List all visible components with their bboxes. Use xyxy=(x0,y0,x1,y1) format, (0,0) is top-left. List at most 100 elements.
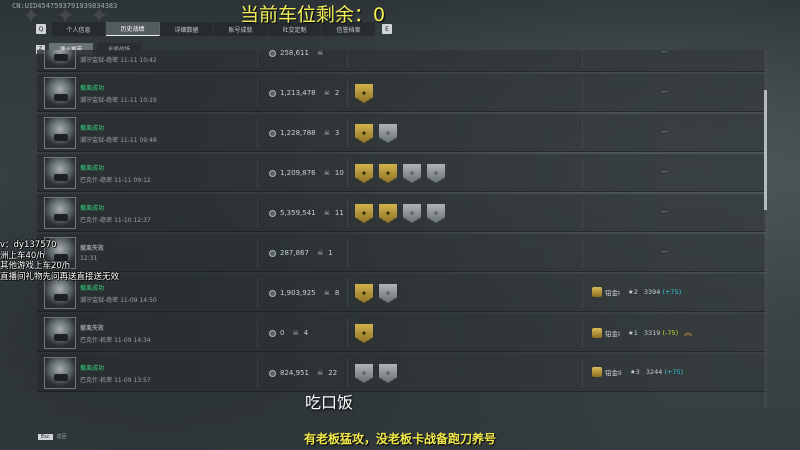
column-divider xyxy=(347,198,348,228)
column-divider xyxy=(257,358,258,388)
extraction-status: 撤离成功 xyxy=(80,205,105,212)
medal-list: ✦ ✧ xyxy=(355,284,403,303)
rank-up-chevron-icon: ︽ xyxy=(684,328,692,337)
medal-list: ✦ ✦ ✧ ✧ xyxy=(355,164,451,183)
column-divider xyxy=(347,78,348,108)
rank-stars: 2 xyxy=(633,288,638,296)
tab-reputation[interactable]: 信誉档案 xyxy=(322,22,376,36)
coin-icon xyxy=(269,249,276,257)
column-divider xyxy=(582,358,583,388)
loot-value: 258,611 ☠ xyxy=(269,50,328,57)
match-row[interactable]: 撤离成功 巴克什-绝密 11-10 12:37 5,359,541 ☠ 11 ✦ ✦ ✧ ✧ -- xyxy=(37,194,766,232)
skull-icon: ☠ xyxy=(323,209,330,217)
silver-medal-icon[interactable]: ✧ xyxy=(427,164,445,183)
column-divider xyxy=(347,118,348,148)
extraction-status: 撤离成功 xyxy=(80,85,105,92)
map-and-time: 巴克什-机密 11-09 13:57 xyxy=(80,377,151,384)
stream-info-line: v：dy137570 xyxy=(0,240,57,250)
tab-prev-key[interactable]: Q xyxy=(36,24,46,34)
coin-icon xyxy=(269,129,276,137)
loot-value: 1,228,788 ☠ 3 xyxy=(269,129,339,137)
bottom-caption: 有老板猛攻，没老板卡战备跑刀养号 xyxy=(303,432,496,446)
map-and-time: 巴克什-机密 11-09 14:34 xyxy=(80,337,151,344)
silver-medal-icon[interactable]: ✧ xyxy=(379,364,397,383)
silver-medal-icon[interactable]: ✧ xyxy=(403,164,421,183)
column-divider xyxy=(582,78,583,108)
skull-icon: ☠ xyxy=(316,50,324,57)
loot-value: 824,951 ☠ 22 xyxy=(269,369,337,377)
silver-medal-icon[interactable]: ✧ xyxy=(379,284,397,303)
medal-list: ✦ xyxy=(355,84,379,103)
rank-score: 3394 xyxy=(643,288,661,296)
skull-icon: ☠ xyxy=(316,249,324,257)
medal-list: ✦ xyxy=(355,324,379,343)
operator-avatar xyxy=(44,197,76,229)
stream-info-overlay: v：dy137570 洲上车40/h 其他游戏上车20/h 直播间礼物先问再送直… xyxy=(0,240,119,282)
coin-icon xyxy=(269,89,276,97)
loot-value: 1,903,925 ☠ 8 xyxy=(269,289,339,297)
column-divider xyxy=(257,158,258,188)
gold-medal-icon[interactable]: ✦ xyxy=(355,204,373,223)
loot-amount: 287,867 xyxy=(280,249,309,257)
tab-profile[interactable]: 个人信息 xyxy=(52,22,106,36)
rank-score: 3319 xyxy=(643,328,661,337)
silver-medal-icon[interactable]: ✧ xyxy=(427,204,445,223)
loot-amount: 258,611 xyxy=(280,50,309,57)
column-divider xyxy=(257,238,258,268)
medal-list: ✦ ✧ xyxy=(355,124,403,143)
gold-medal-icon[interactable]: ✦ xyxy=(355,324,373,343)
rank-tier: 铂金I xyxy=(605,289,620,297)
rank-change: 铂金II ★ 3 3244 (+75) xyxy=(592,367,683,377)
gold-medal-icon[interactable]: ✦ xyxy=(355,124,373,143)
gold-medal-icon[interactable]: ✦ xyxy=(355,84,373,103)
tab-history[interactable]: 历史战绩 xyxy=(106,22,160,36)
gold-medal-icon[interactable]: ✦ xyxy=(379,204,397,223)
column-divider xyxy=(582,198,583,228)
stream-info-line: 直播间礼物先问再送直接送无效 xyxy=(0,271,120,282)
column-divider xyxy=(347,238,348,268)
scrollbar[interactable] xyxy=(764,50,767,408)
skull-icon: ☠ xyxy=(323,129,330,137)
tab-details[interactable]: 详细数据 xyxy=(160,22,214,36)
kill-count: 3 xyxy=(334,129,340,137)
extraction-status: 撤离成功 xyxy=(80,285,105,292)
loot-amount: 5,359,541 xyxy=(280,209,316,217)
match-row[interactable]: 潮汐监狱-绝密 11-11 10:42 258,611 ☠ -- xyxy=(37,50,766,72)
rank-delta: (-75) xyxy=(662,328,679,337)
match-row[interactable]: 撤离失败 巴克什-机密 11-09 14:34 0 ☠ 4 ✦ 铂金I ★ 1 3319 (-75… xyxy=(37,314,766,352)
gold-medal-icon[interactable]: ✦ xyxy=(379,164,397,183)
rank-icon xyxy=(592,367,602,377)
match-row[interactable]: 撤离成功 潮汐监狱-绝密 11-11 10:19 1,213,478 ☠ 2 ✦ -- xyxy=(37,74,766,112)
column-divider xyxy=(582,158,583,188)
rank-delta: (+75) xyxy=(664,368,684,376)
silver-medal-icon[interactable]: ✧ xyxy=(355,364,373,383)
silver-medal-icon[interactable]: ✧ xyxy=(379,124,397,143)
match-row[interactable]: 撤离成功 潮汐监狱-绝密 11-11 09:48 1,228,788 ☠ 3 ✦ ✧ -- xyxy=(37,114,766,152)
match-row[interactable]: 撤离成功 潮汐监狱-绝密 11-09 14:50 1,903,925 ☠ 8 ✦ ✧ 铂金I ★… xyxy=(37,274,766,312)
column-divider xyxy=(257,278,258,308)
column-divider xyxy=(257,50,258,68)
rank-empty: -- xyxy=(662,50,668,56)
gold-medal-icon[interactable]: ✦ xyxy=(355,164,373,183)
coin-icon xyxy=(269,329,276,337)
match-row[interactable]: 撤离成功 巴克什-绝密 11-11 09:12 1,209,876 ☠ 10 ✦ ✦ ✧ ✧ -- xyxy=(37,154,766,192)
tab-achievements[interactable]: 账号成就 xyxy=(214,22,268,36)
extraction-status: 撤离成功 xyxy=(80,165,105,172)
match-history-list: 潮汐监狱-绝密 11-11 10:42 258,611 ☠ -- 撤离成功 潮汐监狱-绝密… xyxy=(37,50,766,408)
gold-medal-icon[interactable]: ✦ xyxy=(355,284,373,303)
stream-info-line: 其他游戏上车20/h xyxy=(0,261,71,271)
tab-next-key[interactable]: E xyxy=(382,24,392,34)
column-divider xyxy=(257,118,258,148)
coin-icon xyxy=(269,369,276,377)
rank-empty: -- xyxy=(662,168,668,176)
kill-count: 10 xyxy=(334,169,344,177)
match-row[interactable]: 撤离成功巴克什-机密 11-09 13:57 824,951 ☠ 22 ✧ ✧ 铂金II ★ … xyxy=(37,354,766,392)
loot-amount: 1,228,788 xyxy=(280,129,316,137)
scrollbar-thumb[interactable] xyxy=(764,90,767,210)
tab-social[interactable]: 社交定制 xyxy=(268,22,322,36)
match-row[interactable]: 撤离失败 12:31 287,867 ☠ 1 -- xyxy=(37,234,766,272)
column-divider xyxy=(582,238,583,268)
extraction-status: 撤离成功 xyxy=(80,365,105,372)
rank-change: 铂金I ★ 1 3319 (-75) ︽ xyxy=(592,327,692,338)
silver-medal-icon[interactable]: ✧ xyxy=(403,204,421,223)
